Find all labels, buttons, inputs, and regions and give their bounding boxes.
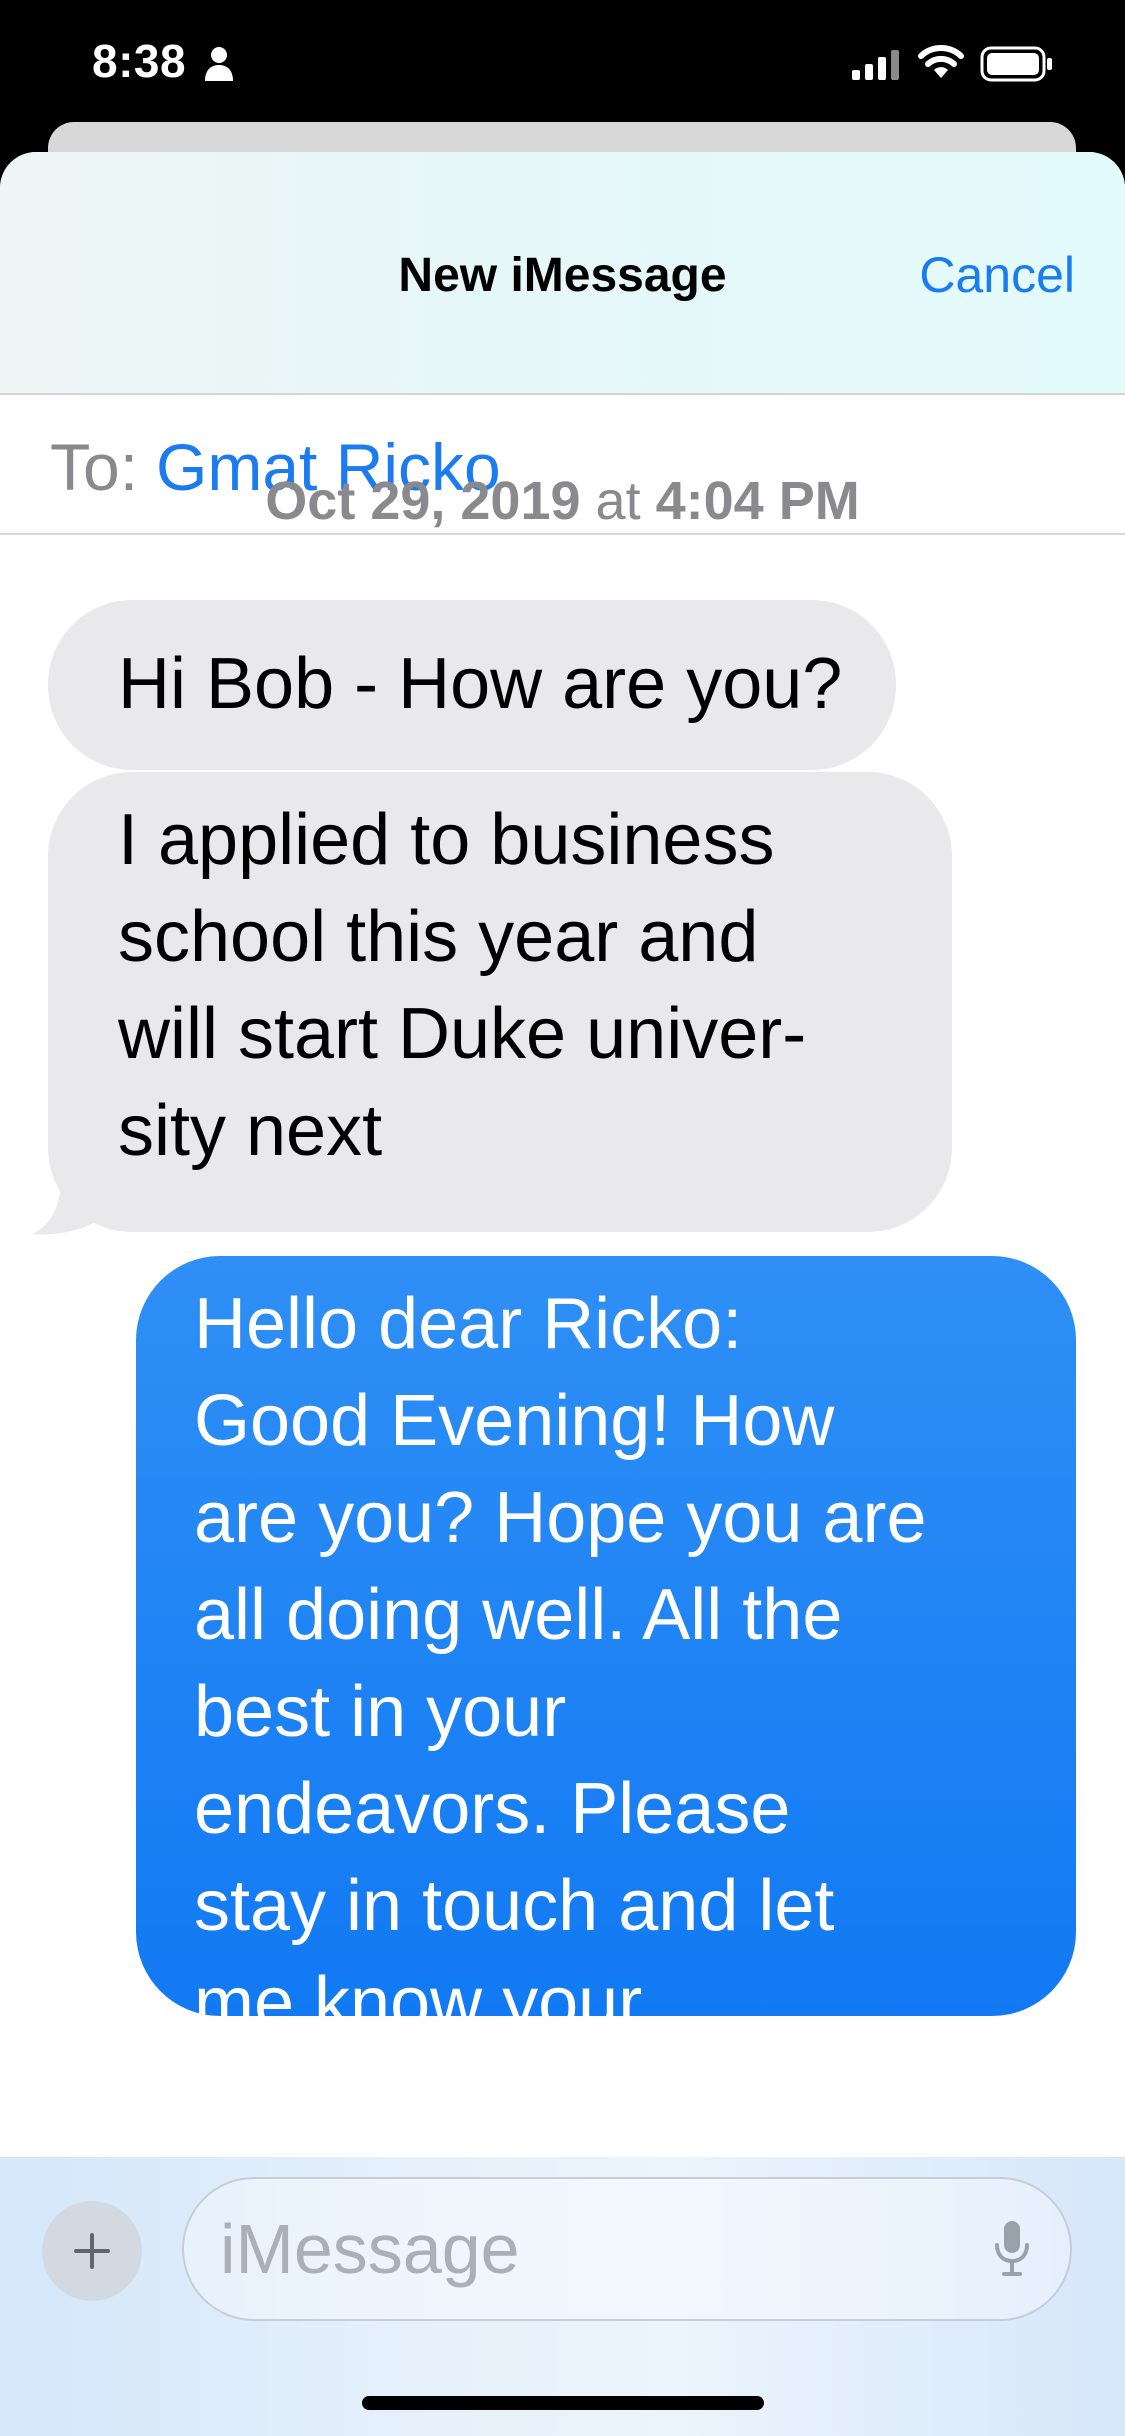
- navigation-bar: New iMessage Cancel: [0, 152, 1125, 395]
- message-line: are you? Hope you are: [194, 1478, 927, 1558]
- timestamp-date: Oct 29, 2019: [265, 471, 581, 531]
- plus-icon: [74, 2233, 110, 2269]
- message-bubble-sent[interactable]: Hello dear Ricko: Good Evening! How are …: [136, 1256, 1076, 2016]
- message-composer: iMessage: [0, 2157, 1125, 2436]
- message-line: sity next: [118, 1091, 383, 1171]
- message-bubble-received[interactable]: Hi Bob - How are you?: [48, 600, 896, 770]
- timestamp-at: at: [595, 471, 641, 531]
- cellular-signal-icon: [852, 50, 899, 80]
- person-icon: [205, 47, 233, 81]
- cancel-button[interactable]: Cancel: [919, 246, 1075, 304]
- message-line: Good Evening! How: [194, 1381, 835, 1461]
- message-line: me know your: [194, 1963, 643, 2016]
- message-line: best in your: [194, 1672, 567, 1752]
- status-time: 8:38: [92, 35, 187, 87]
- message-bubble-received[interactable]: I applied to business school this year a…: [48, 772, 952, 1232]
- message-line: endeavors. Please: [194, 1769, 791, 1849]
- timestamp-time: 4:04 PM: [655, 471, 860, 531]
- message-input[interactable]: iMessage: [182, 2177, 1072, 2321]
- microphone-icon[interactable]: [992, 2219, 1032, 2279]
- wifi-icon: [918, 45, 964, 78]
- home-indicator[interactable]: [362, 2396, 764, 2410]
- message-placeholder: iMessage: [220, 2210, 520, 2288]
- message-line: Hello dear Ricko:: [194, 1284, 743, 1364]
- message-line: all doing well. All the: [194, 1575, 843, 1655]
- message-line: I applied to business: [118, 800, 775, 880]
- message-text: Hi Bob - How are you?: [118, 644, 843, 724]
- message-line: will start Duke univer-: [118, 994, 807, 1074]
- add-attachment-button[interactable]: [42, 2201, 142, 2301]
- message-line: stay in touch and let: [194, 1866, 835, 1946]
- conversation-timestamp: Oct 29, 2019 at 4:04 PM: [0, 470, 1125, 532]
- status-bar: 8:38: [0, 0, 1125, 130]
- message-line: school this year and: [118, 897, 759, 977]
- battery-icon: [980, 46, 1052, 82]
